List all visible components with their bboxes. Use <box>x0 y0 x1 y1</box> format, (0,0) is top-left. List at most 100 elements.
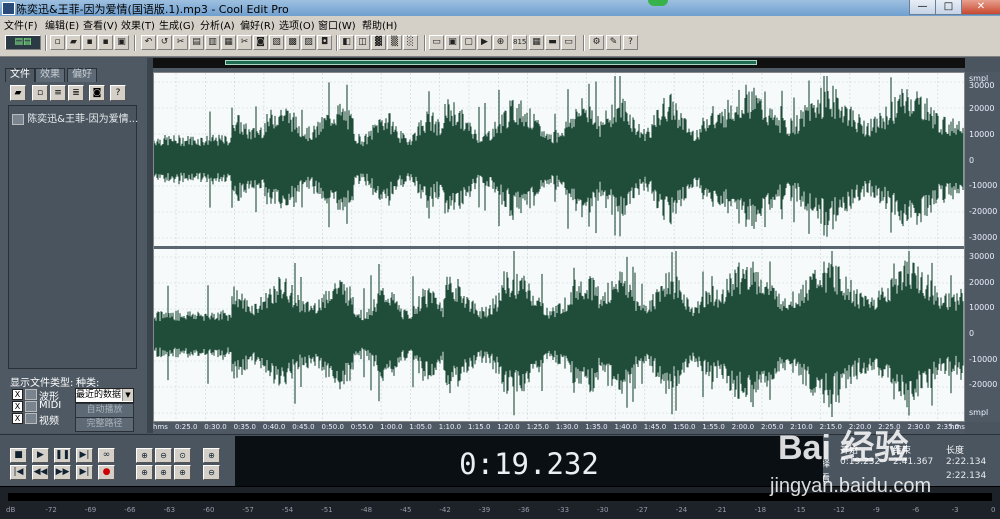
chevron-down-icon: ▼ <box>122 389 133 401</box>
time-display: 0:19.232 <box>235 436 823 486</box>
freq-icon[interactable]: ▦ <box>529 35 544 50</box>
stop-button[interactable]: ■ <box>10 448 27 463</box>
help-icon[interactable]: ? <box>623 35 638 50</box>
zoom-selection-icon[interactable]: ⊕ <box>174 465 191 480</box>
cue-icon[interactable]: ◘ <box>317 35 332 50</box>
type-midi-checkbox[interactable]: X <box>12 401 23 412</box>
copy-new-icon[interactable]: ▥ <box>205 35 220 50</box>
go-to-end-button[interactable]: ▶| <box>76 465 93 480</box>
menu-view[interactable]: 查看(V) <box>83 17 118 32</box>
wave-file-icon <box>12 113 24 125</box>
tab-preferences[interactable]: 偏好 <box>67 68 97 82</box>
mix-paste-icon[interactable]: ◙ <box>253 35 268 50</box>
amp-tick: 10000 <box>969 130 995 139</box>
record-button[interactable]: ● <box>98 465 115 480</box>
paste-icon[interactable]: ▦ <box>221 35 236 50</box>
type-video-checkbox[interactable]: X <box>12 413 23 424</box>
zoom-right-icon[interactable]: ⊕ <box>155 465 172 480</box>
zoom-vertical-in-icon[interactable]: ⊕ <box>203 448 220 463</box>
bpm-icon[interactable]: 815 <box>512 35 527 50</box>
zoom-tool-icon[interactable]: ⊕ <box>493 35 508 50</box>
tab-files[interactable]: 文件 <box>5 68 35 82</box>
sort-select[interactable]: 最近的数据 ▼ <box>75 388 134 403</box>
menu-edit[interactable]: 编辑(E) <box>45 17 79 32</box>
type-wave-checkbox[interactable]: X <box>12 389 23 400</box>
meter-icon[interactable]: ▒ <box>387 35 402 50</box>
marker-icon[interactable]: ◧ <box>339 35 354 50</box>
overview-bar[interactable] <box>153 58 965 68</box>
menu-options[interactable]: 选项(O) <box>279 17 315 32</box>
menu-window[interactable]: 窗口(W) <box>318 17 356 32</box>
loop-button[interactable]: ∞ <box>98 448 115 463</box>
trim-icon[interactable]: ✂ <box>237 35 252 50</box>
edit-file-icon[interactable]: ≣ <box>68 85 84 101</box>
menu-analyze[interactable]: 分析(A) <box>200 17 235 32</box>
snap-icon[interactable]: ▨ <box>301 35 316 50</box>
waveform-display[interactable] <box>153 72 965 422</box>
menu-help[interactable]: 帮助(H) <box>362 17 397 32</box>
play-button[interactable]: ▶ <box>32 448 49 463</box>
window-icon[interactable]: ▭ <box>429 35 444 50</box>
meter-tick: -33 <box>557 506 570 514</box>
new-file-icon[interactable]: ▫ <box>50 35 65 50</box>
timeline-icon[interactable]: ▬ <box>545 35 560 50</box>
full-path-button[interactable]: 完整路径 <box>75 417 134 432</box>
list-item[interactable]: 陈奕迅&王菲-因为爱情... <box>12 110 138 125</box>
menu-file[interactable]: 文件(F) <box>4 17 38 32</box>
close-file-icon[interactable]: ▫ <box>32 85 48 101</box>
grid-icon[interactable]: ◫ <box>355 35 370 50</box>
organizer-panel: 文件 效果 偏好 ▰ ▫ ≡ ≣ ◙ ? 陈奕迅&王菲-因为爱情... 显示文件… <box>0 58 147 433</box>
close-button[interactable]: ✕ <box>961 0 1000 15</box>
go-to-start-button[interactable]: |◀ <box>10 465 27 480</box>
open-folder-icon[interactable]: ▰ <box>10 85 26 101</box>
meter-tick: -66 <box>124 506 136 514</box>
cut-icon[interactable]: ✂ <box>173 35 188 50</box>
repeat-icon[interactable]: ↺ <box>157 35 172 50</box>
levels-icon[interactable]: ░ <box>403 35 418 50</box>
help-panel-icon[interactable]: ? <box>110 85 126 101</box>
minimize-button[interactable]: — <box>909 0 936 15</box>
play-to-end-button[interactable]: ▶| <box>76 448 93 463</box>
display-icon[interactable]: ▭ <box>561 35 576 50</box>
paste-new-icon[interactable]: ▧ <box>269 35 284 50</box>
maximize-button[interactable]: □ <box>935 0 962 15</box>
zoom-in-icon[interactable]: ⊕ <box>136 448 153 463</box>
info-icon[interactable]: ▣ <box>445 35 460 50</box>
select-icon[interactable]: ▩ <box>285 35 300 50</box>
meter-tick: -51 <box>321 506 333 514</box>
rewind-button[interactable]: ◀◀ <box>32 465 49 480</box>
auto-play-button[interactable]: 自动播放 <box>75 403 134 418</box>
time-tick: 0:40.0 <box>262 423 286 431</box>
help-cursor-icon[interactable]: ✎ <box>606 35 621 50</box>
menu-generate[interactable]: 生成(G) <box>159 17 195 32</box>
time-tick: 1:55.0 <box>702 423 725 431</box>
save-as-icon[interactable]: ▪ <box>98 35 113 50</box>
undo-icon[interactable]: ↶ <box>141 35 156 50</box>
zoom-left-icon[interactable]: ⊕ <box>136 465 153 480</box>
time-tick: 1:20.0 <box>497 423 520 431</box>
menu-effects[interactable]: 效果(T) <box>121 17 155 32</box>
view-icon[interactable]: ▢ <box>461 35 476 50</box>
meter-tick: -48 <box>360 506 373 514</box>
save-icon[interactable]: ▪ <box>82 35 97 50</box>
insert-icon[interactable]: ◙ <box>89 85 105 101</box>
visible-range-indicator[interactable] <box>225 60 757 65</box>
export-icon[interactable]: ▣ <box>114 35 129 50</box>
settings-icon[interactable]: ⚙ <box>589 35 604 50</box>
meter-tick: -69 <box>84 506 97 514</box>
zoom-out-icon[interactable]: ⊖ <box>155 448 172 463</box>
open-file-icon[interactable]: ▰ <box>66 35 81 50</box>
pause-button[interactable]: ❚❚ <box>54 448 71 463</box>
tab-effects[interactable]: 效果 <box>35 68 65 82</box>
menu-preferences[interactable]: 偏好(R) <box>240 17 275 32</box>
spectral-icon[interactable]: ▓ <box>371 35 386 50</box>
zoom-vertical-out-icon[interactable]: ⊖ <box>203 465 220 480</box>
title-bar: 陈奕迅&王菲-因为爱情(国语版.1).mp3 - Cool Edit Pro <box>0 0 1000 16</box>
file-list-icon[interactable]: ≡ <box>50 85 66 101</box>
fast-forward-button[interactable]: ▶▶ <box>54 465 71 480</box>
multitrack-toggle-icon[interactable]: ▤▤ <box>5 35 41 50</box>
zoom-full-icon[interactable]: ⊙ <box>174 448 191 463</box>
copy-icon[interactable]: ▤ <box>189 35 204 50</box>
play-mode-icon[interactable]: ▶ <box>477 35 492 50</box>
time-tick: 0:50.0 <box>321 423 344 431</box>
